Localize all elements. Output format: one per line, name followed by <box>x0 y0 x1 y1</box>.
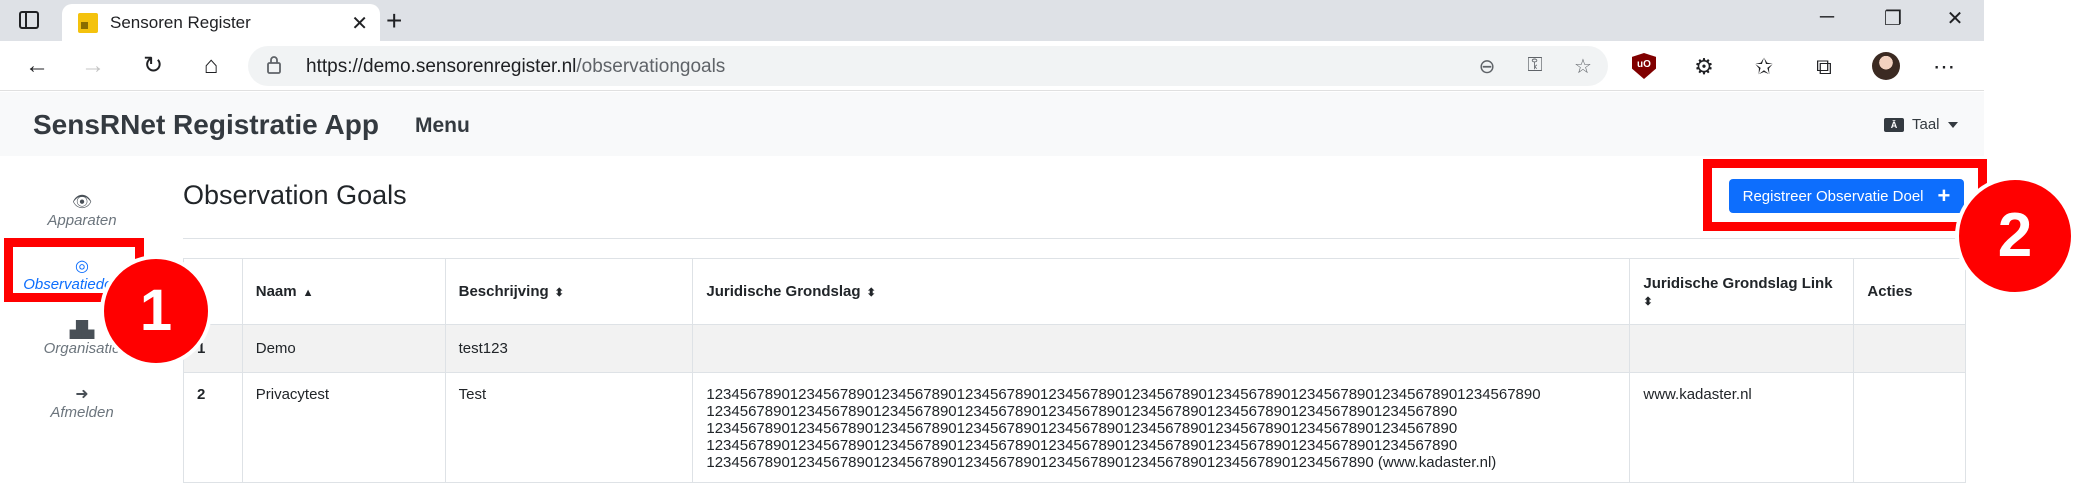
close-window-icon[interactable]: ✕ <box>1940 6 1970 31</box>
app-navbar: SensRNet Registratie App Menu Ā Taal <box>0 92 1984 156</box>
grondslag-line: 1234567890123456789012345678901234567890… <box>706 437 1458 454</box>
cell-id: 2 <box>183 372 243 483</box>
url-host: https://demo.sensorenregister.nl <box>306 56 577 77</box>
sort-icon: ⬍ <box>866 287 876 299</box>
favorites-icon[interactable]: ✩ <box>1750 53 1778 81</box>
plus-icon[interactable]: + <box>386 5 402 37</box>
sidebar-item-apparaten[interactable]: 👁 Apparaten <box>17 192 147 229</box>
cell-beschrijving: Test <box>444 372 694 483</box>
column-label: Beschrijving <box>458 283 549 300</box>
back-icon[interactable]: ← <box>22 51 52 81</box>
cell-beschrijving: test123 <box>444 324 694 373</box>
extensions-icon[interactable]: ⚙ <box>1690 53 1718 81</box>
account-key-icon[interactable]: ⚿ <box>1522 54 1548 80</box>
page-title: Observation Goals <box>183 180 407 210</box>
column-label: Naam <box>255 283 297 300</box>
cell-naam: Demo <box>241 324 446 373</box>
cell-naam: Privacytest <box>241 372 446 483</box>
menu-button[interactable]: Menu <box>415 114 470 138</box>
cell-link <box>1629 324 1855 373</box>
close-icon[interactable]: ✕ <box>351 11 368 36</box>
translate-icon: Ā <box>1884 117 1904 132</box>
column-header-juridische-grondslag-link[interactable]: Juridische Grondslag Link ⬍ <box>1629 258 1855 325</box>
highlight-box-register <box>1703 159 1987 231</box>
favorite-add-icon[interactable]: ☆ <box>1570 54 1596 80</box>
sign-out-icon: ➜ <box>75 386 89 403</box>
column-header-juridische-grondslag[interactable]: Juridische Grondslag ⬍ <box>692 258 1631 325</box>
more-icon[interactable]: ⋯ <box>1930 53 1958 81</box>
chevron-down-icon <box>1947 121 1958 128</box>
reload-icon[interactable]: ↻ <box>138 51 168 81</box>
url-field[interactable]: https://demo.sensorenregister.nl/observa… <box>248 46 1608 86</box>
tab-title: Sensoren Register <box>110 13 251 32</box>
column-label: Juridische Grondslag <box>706 283 861 300</box>
favicon <box>78 13 98 33</box>
home-icon[interactable]: ⌂ <box>196 51 226 81</box>
minimize-icon[interactable]: ─ <box>1812 6 1842 29</box>
restore-icon[interactable]: ❐ <box>1878 6 1908 31</box>
table-row[interactable]: 1 Demo test123 <box>183 324 1966 373</box>
sidebar-toggle-icon[interactable] <box>16 8 42 32</box>
address-bar: ← → ↻ ⌂ https://demo.sensorenregister.nl… <box>0 41 1984 91</box>
grondslag-text: 1234567890123456789012345678901234567890… <box>706 386 1616 471</box>
collections-icon[interactable]: ⧉ <box>1810 53 1838 81</box>
lock-icon[interactable] <box>266 55 282 75</box>
grondslag-line: 1234567890123456789012345678901234567890… <box>706 420 1458 437</box>
forward-icon[interactable]: → <box>78 51 108 81</box>
browser-tab[interactable]: Sensoren Register ✕ <box>62 4 380 41</box>
cell-acties <box>1853 324 1966 373</box>
observation-goals-table: Naam ▲ Beschrijving ⬍ Juridische Grondslag… <box>183 258 1966 483</box>
cell-juridische-grondslag <box>692 324 1631 373</box>
cell-juridische-grondslag: 1234567890123456789012345678901234567890… <box>692 372 1631 483</box>
sort-icon: ⬍ <box>1643 295 1653 308</box>
app-brand[interactable]: SensRNet Registratie App <box>33 109 379 141</box>
language-dropdown[interactable]: Ā Taal <box>1884 116 1958 133</box>
cell-link: www.kadaster.nl <box>1629 372 1855 483</box>
language-label: Taal <box>1912 116 1940 133</box>
url-path: /observationgoals <box>576 56 726 77</box>
table-row[interactable]: 2 Privacytest Test 123456789012345678901… <box>183 372 1966 483</box>
sidebar-item-afmelden[interactable]: ➜ Afmelden <box>17 384 147 421</box>
column-header-beschrijving[interactable]: Beschrijving ⬍ <box>444 258 694 325</box>
grondslag-line: 1234567890123456789012345678901234567890… <box>706 403 1458 420</box>
callout-badge-2: 2 <box>1955 176 2073 296</box>
eye-icon: 👁 <box>71 194 93 211</box>
divider <box>183 238 1965 239</box>
zoom-out-icon[interactable]: ⊖ <box>1474 54 1500 80</box>
sidebar-item-label: Afmelden <box>50 404 114 421</box>
column-header-naam[interactable]: Naam ▲ <box>241 258 446 325</box>
sort-asc-icon: ▲ <box>302 287 314 299</box>
cell-acties <box>1853 372 1966 483</box>
callout-badge-1: 1 <box>100 255 212 367</box>
column-header-acties: Acties <box>1853 258 1966 325</box>
sort-icon: ⬍ <box>554 287 564 299</box>
sidebar-item-label: Apparaten <box>47 212 117 229</box>
table-header-row: Naam ▲ Beschrijving ⬍ Juridische Grondslag… <box>183 258 1966 325</box>
column-label: Juridische Grondslag Link <box>1643 274 1833 292</box>
grondslag-line: 1234567890123456789012345678901234567890… <box>706 454 1497 471</box>
avatar[interactable] <box>1872 52 1900 80</box>
url-text: https://demo.sensorenregister.nl/observa… <box>306 56 725 78</box>
browser-tab-strip: Sensoren Register ✕ + ─ ❐ ✕ <box>0 0 1984 41</box>
grondslag-line: 1234567890123456789012345678901234567890… <box>706 386 1541 403</box>
